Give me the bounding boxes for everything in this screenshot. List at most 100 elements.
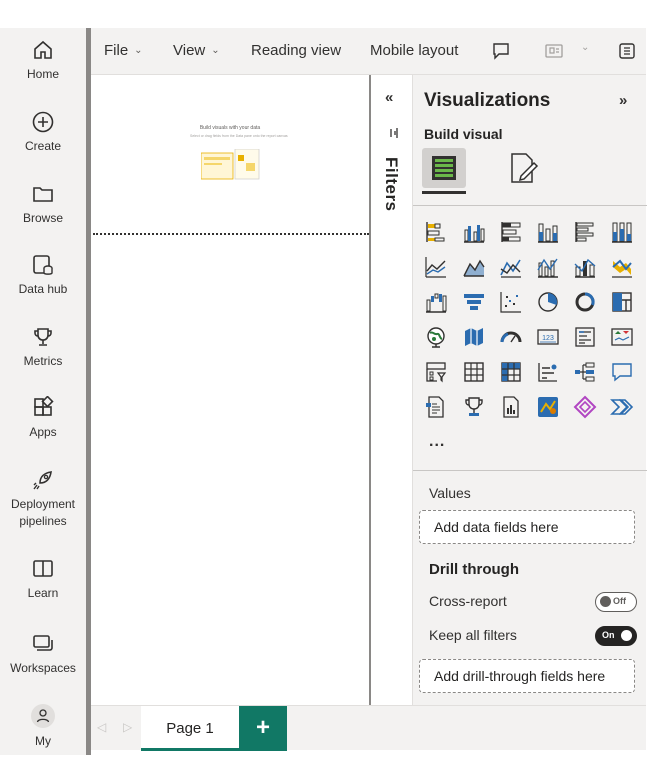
report-canvas[interactable]: Build visuals with your data Select or d…	[91, 75, 369, 705]
nav-item-metrics[interactable]: Metrics	[0, 325, 86, 370]
100-stacked-column-chart-icon[interactable]	[610, 220, 634, 244]
nav-item-home[interactable]: Home	[0, 38, 86, 83]
filled-map-icon[interactable]	[462, 325, 486, 349]
mobile-layout-button[interactable]: Mobile layout	[370, 42, 458, 59]
table-icon[interactable]	[462, 360, 486, 384]
more-options-icon[interactable]	[617, 41, 637, 61]
cross-report-toggle[interactable]: Off	[595, 592, 637, 612]
area-chart-icon[interactable]	[462, 255, 486, 279]
nav-label-metrics: Metrics	[23, 354, 63, 368]
kpi-icon[interactable]	[610, 325, 634, 349]
workspaces-icon	[33, 635, 53, 651]
funnel-chart-icon[interactable]	[462, 290, 486, 314]
hint-subtitle: Select or drag fields from the Data pane…	[190, 134, 288, 138]
keep-filters-state: On	[602, 630, 615, 640]
clustered-column-chart-icon[interactable]	[573, 220, 597, 244]
view-menu[interactable]: View ⌄	[173, 42, 220, 59]
stacked-bar-chart-icon[interactable]	[424, 220, 448, 244]
stacked-area-chart-icon[interactable]	[499, 255, 523, 279]
collapse-filters-icon[interactable]: «	[385, 89, 393, 106]
next-page-icon[interactable]: ▷	[123, 720, 132, 734]
reading-view-button[interactable]: Reading view	[251, 42, 341, 59]
matrix-icon[interactable]	[499, 360, 523, 384]
comment-icon[interactable]	[491, 41, 511, 61]
more-visuals-button[interactable]: ...	[429, 433, 445, 451]
treemap-icon[interactable]	[610, 290, 634, 314]
fields-divider	[413, 470, 647, 471]
stacked-column-chart-icon[interactable]	[536, 220, 560, 244]
nav-item-browse[interactable]: Browse	[0, 182, 86, 227]
decomposition-tree-icon[interactable]	[573, 360, 597, 384]
person-icon	[31, 704, 55, 728]
visualizations-title: Visualizations	[424, 90, 551, 111]
file-menu[interactable]: File ⌄	[104, 42, 143, 59]
active-tab-indicator	[422, 191, 466, 194]
clustered-bar-chart-icon[interactable]	[462, 220, 486, 244]
nav-item-deployment-pipelines[interactable]: Deployment pipelines	[0, 468, 86, 530]
nav-label-apps: Apps	[29, 425, 57, 439]
gauge-icon[interactable]	[499, 325, 523, 349]
values-well-label: Values	[429, 485, 471, 501]
qna-icon[interactable]	[610, 360, 634, 384]
nav-item-my[interactable]: My	[0, 703, 86, 750]
key-influencers-icon[interactable]	[536, 360, 560, 384]
cross-report-state: Off	[613, 596, 626, 606]
page-tabs-bar: ◁ ▷ Page 1 +	[91, 705, 646, 751]
nav-item-create[interactable]: Create	[0, 110, 86, 155]
line-stacked-column-chart-icon[interactable]	[573, 255, 597, 279]
chevron-down-icon[interactable]: ⌄	[581, 42, 589, 53]
scatter-chart-icon[interactable]	[499, 290, 523, 314]
page-tab-page-1[interactable]: Page 1	[141, 706, 239, 751]
expand-pane-icon[interactable]: »	[619, 92, 627, 109]
donut-chart-icon[interactable]	[573, 290, 597, 314]
azure-map-icon[interactable]	[536, 395, 560, 419]
paginated-report-icon[interactable]	[424, 395, 448, 419]
line-chart-icon[interactable]	[424, 255, 448, 279]
home-icon	[34, 40, 52, 59]
build-visual-label: Build visual	[424, 126, 503, 142]
slicer-icon[interactable]	[424, 360, 448, 384]
drill-through-field-well[interactable]: Add drill-through fields here	[419, 659, 635, 693]
filters-pane-collapsed: « Filters	[369, 75, 412, 705]
nav-label-learn: Learn	[27, 586, 59, 600]
keep-filters-toggle[interactable]: On	[595, 626, 637, 646]
power-automate-icon[interactable]	[610, 395, 634, 419]
pie-chart-icon[interactable]	[536, 290, 560, 314]
data-hub-icon	[33, 255, 53, 275]
menu-bar: File ⌄ View ⌄ Reading view Mobile layout ⌄	[91, 28, 646, 75]
toggle-knob	[600, 596, 611, 607]
ribbon-chart-icon[interactable]	[610, 255, 634, 279]
svg-text:123: 123	[542, 335, 554, 342]
bookmark-view-icon[interactable]	[544, 41, 564, 61]
hint-title: Build visuals with your data	[199, 125, 261, 131]
100-stacked-bar-chart-icon[interactable]	[499, 220, 523, 244]
map-icon[interactable]	[424, 325, 448, 349]
nav-item-learn[interactable]: Learn	[0, 557, 86, 602]
filter-toggle-icon[interactable]	[389, 127, 399, 139]
power-apps-icon[interactable]	[573, 395, 597, 419]
nav-item-apps[interactable]: Apps	[0, 396, 86, 441]
smart-narrative-icon[interactable]	[499, 395, 523, 419]
nav-label-home: Home	[26, 67, 59, 81]
format-visual-icon[interactable]	[507, 151, 541, 185]
visualizations-pane: Visualizations » Build visual 123 ... Va…	[412, 75, 647, 705]
drill-through-title: Drill through	[429, 561, 519, 578]
cross-report-label: Cross-report	[429, 593, 507, 609]
goals-icon[interactable]	[462, 395, 486, 419]
nav-label-my: My	[35, 734, 51, 748]
build-visual-tab[interactable]	[422, 148, 466, 188]
nav-label-browse: Browse	[22, 211, 63, 225]
waterfall-chart-icon[interactable]	[424, 290, 448, 314]
filters-label[interactable]: Filters	[381, 157, 401, 212]
chevron-down-icon: ⌄	[211, 45, 220, 56]
values-field-well[interactable]: Add data fields here	[419, 510, 635, 544]
nav-item-workspaces[interactable]: Workspaces	[0, 632, 86, 677]
tabs-divider	[413, 205, 647, 206]
add-page-button[interactable]: +	[239, 706, 287, 751]
line-clustered-column-chart-icon[interactable]	[536, 255, 560, 279]
card-icon[interactable]: 123	[536, 325, 560, 349]
nav-item-data-hub[interactable]: Data hub	[0, 253, 86, 298]
previous-page-icon[interactable]: ◁	[97, 720, 106, 734]
multi-row-card-icon[interactable]	[573, 325, 597, 349]
toggle-knob	[621, 630, 632, 641]
